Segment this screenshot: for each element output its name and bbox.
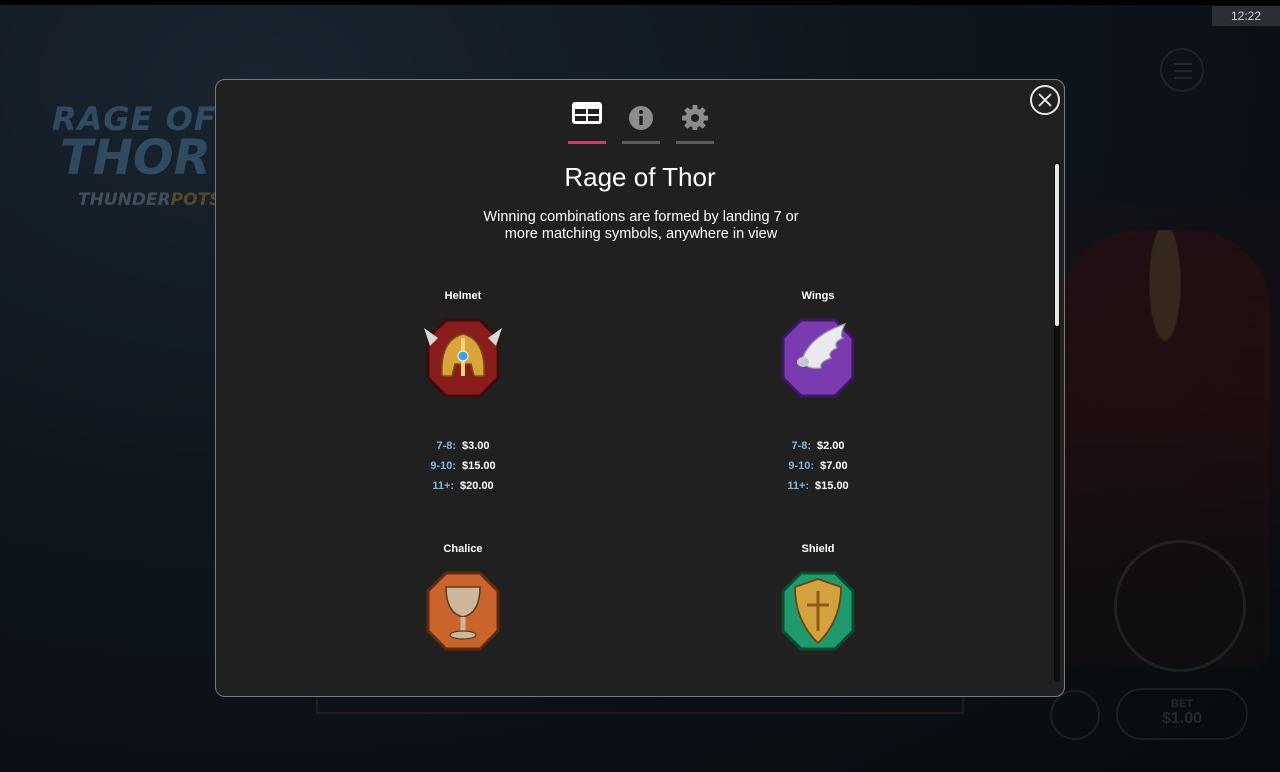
helmet-icon xyxy=(424,318,502,398)
pay-count: 9-10: xyxy=(788,460,815,472)
info-icon xyxy=(629,106,653,130)
paytable-modal: Rage of Thor Winning combinations are fo… xyxy=(215,79,1065,697)
tab-indicator xyxy=(622,141,660,144)
modal-title: Rage of Thor xyxy=(564,162,716,192)
symbol-name: Chalice xyxy=(443,543,483,555)
rules-description: Winning combinations are formed by landi… xyxy=(483,209,799,242)
pay-row: 11+: $20.00 xyxy=(363,476,563,496)
pay-count: 7-8: xyxy=(436,440,457,452)
pay-row: 7-8: $3.00 xyxy=(363,436,563,456)
chalice-icon xyxy=(426,571,500,651)
pay-count: 11+: xyxy=(432,480,455,492)
paytable-icon xyxy=(572,102,602,124)
wings-icon xyxy=(781,318,855,398)
symbol-name: Wings xyxy=(801,290,835,302)
pay-amount: $7.00 xyxy=(820,460,848,472)
symbol-card-shield: Shield xyxy=(718,543,918,651)
symbol-card-helmet: Helmet 7-8: $3.00 9-10: $15.00 11+: $20.00 xyxy=(363,290,563,492)
pay-amount: $15.00 xyxy=(815,480,849,492)
pay-count: 7-8: xyxy=(791,440,812,452)
pay-table-helmet: 7-8: $3.00 9-10: $15.00 11+: $20.00 xyxy=(363,436,563,496)
pay-row: 11+: $15.00 xyxy=(718,476,918,496)
close-icon xyxy=(1038,93,1052,107)
pay-row: 9-10: $7.00 xyxy=(718,456,918,476)
close-button[interactable] xyxy=(1030,85,1060,115)
shield-icon xyxy=(781,571,855,651)
scrollbar-thumb[interactable] xyxy=(1055,164,1059,326)
clock: 12:22 xyxy=(1212,6,1280,26)
symbol-card-chalice: Chalice xyxy=(363,543,563,651)
tab-indicator xyxy=(568,141,606,144)
tab-paytable[interactable] xyxy=(568,98,606,144)
pay-amount: $20.00 xyxy=(460,480,494,492)
pay-amount: $3.00 xyxy=(462,440,490,452)
tab-indicator xyxy=(676,141,714,144)
symbol-name: Shield xyxy=(801,543,835,555)
pay-row: 7-8: $2.00 xyxy=(718,436,918,456)
pay-table-wings: 7-8: $2.00 9-10: $7.00 11+: $15.00 xyxy=(718,436,918,496)
symbol-card-wings: Wings 7-8: $2.00 9-10: $7.00 11+: $15.00 xyxy=(718,290,918,492)
gear-icon xyxy=(682,105,708,130)
pay-count: 11+: xyxy=(787,480,810,492)
pay-row: 9-10: $15.00 xyxy=(363,456,563,476)
pay-count: 9-10: xyxy=(430,460,457,472)
pay-amount: $15.00 xyxy=(462,460,496,472)
pay-amount: $2.00 xyxy=(817,440,845,452)
tab-info[interactable] xyxy=(622,98,660,144)
tab-settings[interactable] xyxy=(676,98,714,144)
symbol-name: Helmet xyxy=(444,290,482,302)
